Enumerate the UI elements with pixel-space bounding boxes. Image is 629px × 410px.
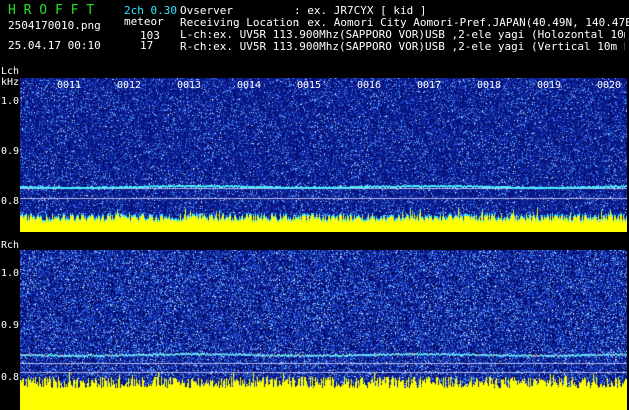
time-tick: 0016 [357,80,382,91]
time-tick: 0014 [237,80,262,91]
rch-ytick-2: 0.9 [1,320,20,331]
time-tick: 0019 [537,80,562,91]
time-tick: 0013 [177,80,202,91]
time-tick: 0020 [597,80,622,91]
lch-ytick-1: 1.0 [1,96,20,107]
rch-spectrogram-canvas [20,250,627,410]
rch-channel-label: Rch [1,240,20,251]
location-label: Receiving Location [180,16,300,29]
lch-spectrogram-canvas [20,78,627,232]
rch-ytick-1: 1.0 [1,268,20,279]
observer-label: Ovserver [180,4,233,17]
datetime-label: 25.04.17 00:10 [8,39,101,52]
time-tick: 0018 [477,80,502,91]
count-rch: 17 [140,39,154,52]
app-title: H R O F F T [8,3,95,18]
lch-ytick-2: 0.9 [1,146,20,157]
time-tick: 0011 [57,80,82,91]
mode-label: meteor [124,15,164,28]
time-tick: 0015 [297,80,322,91]
rch-ytick-3: 0.8 [1,372,20,383]
observer-value: : ex. JR7CYX [ kid ] [294,4,427,17]
lch-info: L-ch:ex. UV5R 113.900Mhz(SAPPORO VOR)USB… [180,29,625,40]
lch-unit-label: kHz [1,77,20,88]
lch-ytick-3: 0.8 [1,196,20,207]
rch-info: R-ch:ex. UV5R 113.900Mhz(SAPPORO VOR)USB… [180,41,625,52]
lch-channel-label: Lch [1,66,20,77]
lch-spectrogram [20,78,627,232]
rch-spectrogram [20,250,627,410]
time-tick: 0012 [117,80,142,91]
filename-label: 2504170010.png [8,19,101,32]
time-tick: 0017 [417,80,442,91]
location-value: : ex. Aomori City Aomori-Pref.JAPAN(40.4… [294,16,629,29]
